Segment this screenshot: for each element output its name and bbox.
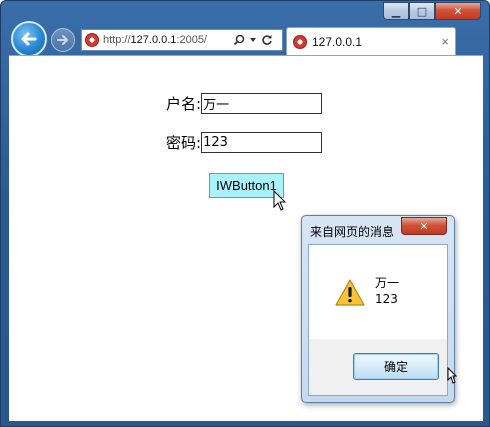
close-window-button[interactable]: ✕ [435, 2, 481, 20]
dialog-close-button[interactable]: ✕ [401, 217, 447, 235]
password-row: 密码: [166, 132, 323, 153]
dialog-footer: 确定 [309, 339, 447, 395]
password-label: 密码: [166, 134, 202, 152]
back-arrow-icon [21, 32, 37, 46]
maximize-button[interactable]: □ [409, 2, 435, 20]
tab-close-icon[interactable]: × [441, 34, 449, 49]
dialog-message-line2: 123 [375, 292, 398, 306]
tab-favicon-icon [293, 34, 307, 49]
forward-button[interactable] [51, 28, 75, 52]
ok-button[interactable]: 确定 [353, 353, 439, 380]
mouse-pointer-icon [273, 190, 287, 211]
address-url[interactable]: http://127.0.0.1:2005/ [103, 34, 231, 46]
dialog-message: 万一 123 [375, 275, 399, 307]
search-icon[interactable] [233, 34, 245, 46]
dialog-title: 来自网页的消息 [310, 225, 395, 239]
tab-title: 127.0.0.1 [312, 34, 363, 49]
address-bar[interactable]: http://127.0.0.1:2005/ [81, 29, 283, 51]
dialog-message-line1: 万一 [375, 276, 400, 290]
browser-tab[interactable]: 127.0.0.1 × [286, 27, 456, 55]
dropdown-arrow-icon[interactable] [249, 36, 257, 44]
forward-arrow-icon [57, 35, 68, 45]
password-input[interactable] [201, 132, 323, 153]
username-input[interactable] [201, 93, 323, 114]
back-button[interactable] [11, 21, 47, 57]
minimize-button[interactable]: ▁ [383, 2, 409, 20]
message-dialog: 来自网页的消息 ✕ 万一 123 确定 [301, 215, 455, 403]
browser-window: ▁ □ ✕ http://127.0.0.1:2005/ 127.0.0.1 ×… [0, 0, 490, 427]
warning-icon [335, 279, 365, 306]
window-controls: ▁ □ ✕ [383, 2, 481, 20]
username-label: 户名: [166, 95, 202, 113]
dialog-body: 万一 123 确定 [308, 244, 448, 396]
resize-pointer-icon [447, 367, 457, 384]
username-row: 户名: [166, 93, 323, 114]
site-favicon-icon [85, 33, 99, 47]
refresh-icon[interactable] [261, 34, 273, 46]
